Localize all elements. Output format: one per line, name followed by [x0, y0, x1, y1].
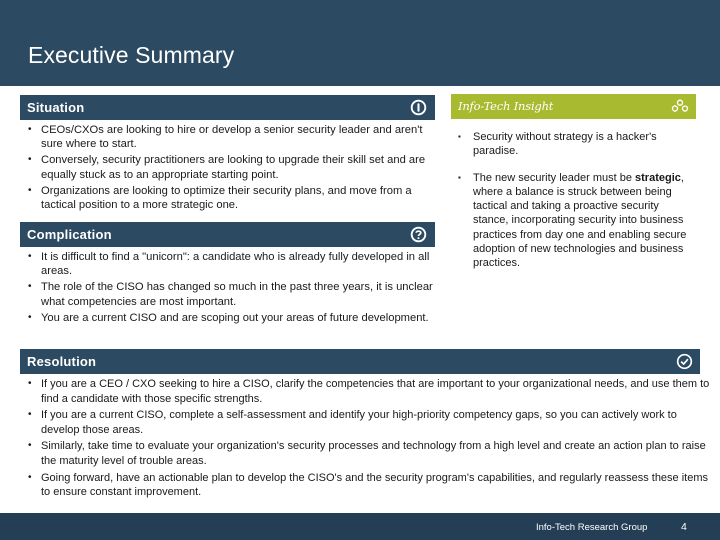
- situation-bullet: CEOs/CXOs are looking to hire or develop…: [20, 123, 435, 151]
- insight-bullet: The new security leader must be strategi…: [451, 171, 696, 271]
- insight-list: Security without strategy is a hacker's …: [451, 130, 696, 283]
- complication-bullet: You are a current CISO and are scoping o…: [20, 311, 435, 325]
- info-icon: [410, 99, 427, 116]
- insight-text: , where a balance is struck between bein…: [473, 171, 687, 270]
- gears-icon: [671, 99, 689, 112]
- situation-list: CEOs/CXOs are looking to hire or develop…: [20, 123, 435, 214]
- resolution-list: If you are a CEO / CXO seeking to hire a…: [20, 377, 710, 502]
- complication-title: Complication: [27, 227, 112, 242]
- insight-bullet: Security without strategy is a hacker's …: [451, 130, 696, 159]
- page-title: Executive Summary: [28, 42, 235, 68]
- insight-emphasis: strategic: [635, 171, 681, 184]
- slide-header: Executive Summary: [0, 0, 720, 86]
- resolution-bullet: Going forward, have an actionable plan t…: [20, 471, 710, 500]
- footer-organization: Info-Tech Research Group: [536, 522, 648, 533]
- insight-text: The new security leader must be: [473, 171, 636, 184]
- insight-title: Info-Tech Insight: [458, 99, 554, 113]
- resolution-bullet: If you are a CEO / CXO seeking to hire a…: [20, 377, 710, 406]
- resolution-header: Resolution: [20, 349, 700, 374]
- slide-footer: Info-Tech Research Group 4: [0, 513, 720, 540]
- complication-bullet: The role of the CISO has changed so much…: [20, 280, 435, 308]
- resolution-bullet: Similarly, take time to evaluate your or…: [20, 439, 710, 468]
- insight-header: Info-Tech Insight: [451, 94, 696, 119]
- situation-header: Situation: [20, 95, 435, 120]
- complication-bullet: It is difficult to find a "unicorn": a c…: [20, 250, 435, 278]
- complication-header: Complication: [20, 222, 435, 247]
- situation-bullet: Organizations are looking to optimize th…: [20, 184, 435, 212]
- check-circle-icon: [676, 353, 693, 370]
- resolution-bullet: If you are a current CISO, complete a se…: [20, 408, 710, 437]
- page-number: 4: [681, 521, 687, 533]
- situation-bullet: Conversely, security practitioners are l…: [20, 153, 435, 181]
- resolution-title: Resolution: [27, 354, 97, 369]
- question-icon: [410, 226, 427, 243]
- situation-title: Situation: [27, 100, 85, 115]
- complication-list: It is difficult to find a "unicorn": a c…: [20, 250, 435, 327]
